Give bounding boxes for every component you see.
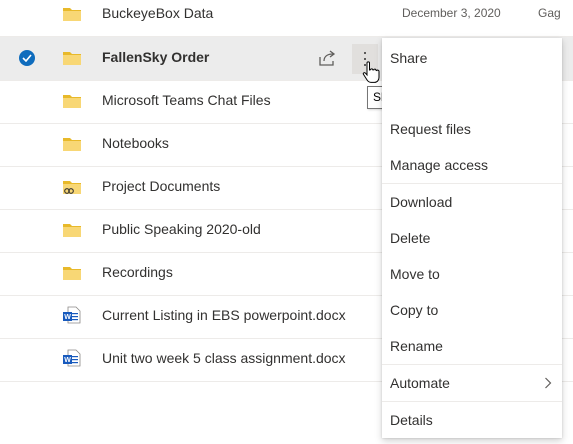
svg-text:W: W — [64, 357, 71, 364]
menu-item-label: Delete — [390, 230, 431, 246]
file-name[interactable]: FallenSky Order — [102, 49, 209, 65]
word-document-icon: W — [63, 349, 81, 367]
hand-cursor-icon — [362, 61, 380, 83]
folder-icon — [63, 224, 81, 237]
menu-item-label: Move to — [390, 266, 440, 282]
menu-item-label: Details — [390, 412, 433, 428]
modified-date: December 3, 2020 — [402, 6, 501, 20]
file-name[interactable]: Current Listing in EBS powerpoint.docx — [102, 307, 346, 323]
folder-icon — [63, 138, 81, 151]
menu-item-label: Request files — [390, 121, 471, 137]
folder-icon — [63, 52, 81, 65]
context-menu: Share Request files Manage access Downlo… — [382, 38, 562, 438]
menu-item-copy-to[interactable]: Copy to — [382, 292, 562, 328]
shared-folder-icon — [63, 181, 81, 194]
folder-icon — [63, 8, 81, 21]
menu-item-request-files[interactable]: Request files — [382, 111, 562, 147]
menu-item-label: Automate — [390, 375, 450, 391]
menu-item-label: Share — [390, 50, 428, 66]
file-name[interactable]: Microsoft Teams Chat Files — [102, 92, 271, 108]
file-name[interactable]: Public Speaking 2020-old — [102, 221, 261, 237]
list-item[interactable]: BuckeyeBox Data December 3, 2020 Gag — [0, 0, 573, 37]
file-name[interactable]: BuckeyeBox Data — [102, 5, 213, 21]
menu-item-share[interactable]: Share — [382, 40, 562, 76]
menu-item-details[interactable]: Details — [382, 402, 562, 438]
file-name[interactable]: Project Documents — [102, 178, 220, 194]
folder-icon — [63, 267, 81, 280]
menu-item-download[interactable]: Download — [382, 184, 562, 220]
menu-item-manage-access[interactable]: Manage access — [382, 147, 562, 183]
file-name[interactable]: Recordings — [102, 264, 173, 280]
menu-item-delete[interactable]: Delete — [382, 220, 562, 256]
checkmark-icon[interactable] — [19, 50, 35, 66]
menu-item-label: Copy to — [390, 302, 439, 318]
menu-item-automate[interactable]: Automate — [382, 365, 562, 401]
menu-item-label: Download — [390, 194, 453, 210]
svg-text:W: W — [64, 314, 71, 321]
menu-item-rename[interactable]: Rename — [382, 328, 562, 364]
file-name[interactable]: Notebooks — [102, 135, 169, 151]
share-icon[interactable] — [318, 49, 336, 67]
file-name[interactable]: Unit two week 5 class assignment.docx — [102, 350, 346, 366]
chevron-right-icon — [545, 377, 552, 389]
word-document-icon: W — [63, 306, 81, 324]
modified-by: Gag — [538, 6, 561, 20]
menu-item-label: Rename — [390, 338, 443, 354]
menu-item-move-to[interactable]: Move to — [382, 256, 562, 292]
menu-item-label: Manage access — [390, 157, 489, 173]
folder-icon — [63, 95, 81, 108]
